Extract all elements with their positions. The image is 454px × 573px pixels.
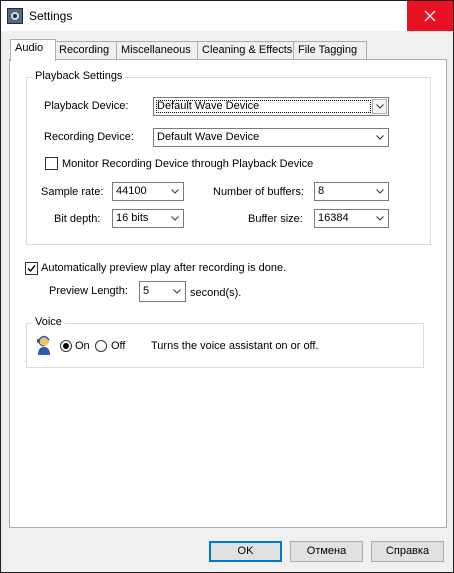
settings-window: Settings Audio Recording Miscellaneous C… [0, 0, 454, 573]
tab-recording[interactable]: Recording [54, 41, 119, 60]
num-buffers-value: 8 [318, 185, 325, 197]
voice-assistant-icon [37, 335, 50, 355]
tab-label: Cleaning & Effects [202, 44, 293, 56]
voice-group: Voice On Off Turns the voice assistant o… [26, 316, 424, 368]
preview-length-unit: second(s). [190, 287, 242, 299]
title-bar: Settings [1, 1, 453, 31]
cancel-button[interactable]: Отмена [290, 541, 363, 562]
tab-cleaning-effects[interactable]: Cleaning & Effects [197, 41, 298, 60]
playback-settings-legend: Playback Settings [32, 70, 126, 82]
bit-depth-label: Bit depth: [54, 213, 101, 225]
ok-button[interactable]: OK [209, 541, 282, 562]
recording-device-label: Recording Device: [44, 131, 134, 143]
monitor-label: Monitor Recording Device through Playbac… [62, 158, 314, 170]
chevron-down-icon [173, 289, 181, 294]
chevron-down-icon [376, 216, 384, 221]
cancel-button-label: Отмена [306, 545, 347, 557]
app-icon [7, 8, 23, 24]
tab-miscellaneous[interactable]: Miscellaneous [116, 41, 200, 60]
tab-audio[interactable]: Audio [10, 39, 56, 61]
voice-off-radio[interactable] [95, 340, 107, 352]
bit-depth-select[interactable]: 16 bits [112, 209, 184, 228]
radio-selected-dot [63, 343, 69, 349]
help-button-label: Справка [385, 545, 430, 557]
sample-rate-select[interactable]: 44100 [112, 182, 184, 201]
chevron-down-icon [376, 104, 384, 109]
buffer-size-value: 16384 [318, 212, 349, 224]
audio-tab-panel: Playback Settings Playback Device: Defau… [9, 59, 447, 528]
voice-on-radio[interactable] [60, 340, 72, 352]
tab-label: Recording [59, 44, 110, 56]
tab-label: File Tagging [298, 44, 358, 56]
voice-on-label: On [75, 340, 90, 352]
preview-length-value: 5 [143, 285, 150, 297]
chevron-down-icon [171, 216, 179, 221]
buffer-size-select[interactable]: 16384 [314, 209, 389, 228]
playback-settings-group: Playback Settings Playback Device: Defau… [26, 70, 431, 245]
chevron-down-icon [376, 135, 384, 140]
playback-device-value: Default Wave Device [157, 100, 260, 112]
playback-device-select[interactable]: Default Wave Device [153, 97, 389, 116]
chevron-down-icon [376, 189, 384, 194]
chevron-down-icon [171, 189, 179, 194]
voice-description: Turns the voice assistant on or off. [151, 340, 319, 352]
preview-length-select[interactable]: 5 [139, 281, 186, 302]
recording-device-value: Default Wave Device [157, 131, 260, 143]
voice-legend: Voice [32, 316, 65, 328]
help-button[interactable]: Справка [371, 541, 444, 562]
recording-device-select[interactable]: Default Wave Device [153, 128, 389, 147]
ok-button-label: OK [237, 545, 254, 557]
auto-preview-checkbox[interactable] [25, 262, 38, 275]
close-button[interactable] [407, 1, 453, 31]
tab-label: Miscellaneous [121, 44, 191, 56]
num-buffers-select[interactable]: 8 [314, 182, 389, 201]
close-icon [424, 10, 436, 22]
bit-depth-value: 16 bits [116, 212, 149, 224]
auto-preview-label: Automatically preview play after recordi… [41, 262, 287, 274]
tab-file-tagging[interactable]: File Tagging [293, 41, 367, 60]
sample-rate-value: 44100 [116, 185, 147, 197]
preview-length-label: Preview Length: [49, 285, 128, 297]
sample-rate-label: Sample rate: [41, 186, 104, 198]
tab-label: Audio [15, 42, 44, 54]
monitor-checkbox[interactable] [45, 157, 58, 170]
buffer-size-label: Buffer size: [248, 213, 303, 225]
playback-device-label: Playback Device: [44, 100, 129, 112]
window-title: Settings [29, 9, 73, 23]
checkmark-icon [27, 265, 36, 273]
voice-off-label: Off [111, 340, 126, 352]
num-buffers-label: Number of buffers: [213, 186, 304, 198]
